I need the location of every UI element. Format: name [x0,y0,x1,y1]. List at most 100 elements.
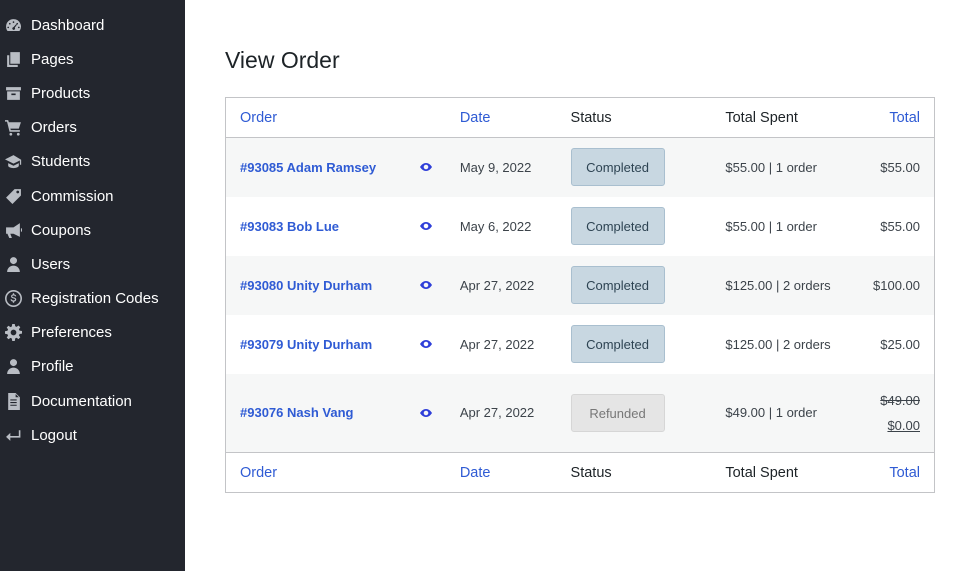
sidebar-item-label: Dashboard [31,16,105,34]
sidebar-menu: Dashboard Pages Products Orders Students [0,0,185,452]
status-badge: Completed [570,207,665,245]
sidebar-item-label: Commission [31,187,114,205]
column-footer-date[interactable]: Date [445,452,557,493]
sidebar-item-coupons[interactable]: Coupons [0,213,185,247]
status-cell: Refunded [557,374,712,453]
sidebar-item-label: Preferences [31,324,112,342]
logout-icon [4,426,22,444]
status-badge: Completed [570,325,665,363]
sidebar-item-logout[interactable]: Logout [0,418,185,452]
sidebar-item-label: Logout [31,426,77,444]
column-footer-status: Status [556,452,712,493]
page-title: View Order [225,47,340,73]
graduation-cap-icon [4,153,22,171]
eye-icon[interactable] [419,163,432,172]
eye-icon[interactable] [419,340,432,348]
user-icon [4,358,22,376]
sidebar: Dashboard Pages Products Orders Students [0,0,185,571]
sidebar-item-label: Documentation [31,392,132,410]
status-cell: Completed [557,315,712,374]
table-row: #93080 Unity Durham Apr 27, 2022 Complet… [225,255,935,315]
sidebar-item-registration-codes[interactable]: Registration Codes [0,282,185,316]
megaphone-icon [4,221,22,239]
sidebar-item-label: Registration Codes [31,290,159,308]
order-link[interactable]: #93083 Bob Lue [240,219,339,234]
orders-table: Order Date Status Total Spent Total #930… [225,97,935,493]
cart-icon [4,119,22,137]
total-cell: $55.00 [880,218,920,234]
column-header-date[interactable]: Date [445,97,557,138]
sidebar-item-label: Products [31,84,91,102]
sidebar-item-profile[interactable]: Profile [0,350,185,384]
table-row: #93076 Nash Vang Apr 27, 2022 Refunded $… [225,373,935,453]
total-spent-cell: $55.00 | 1 order [725,218,817,234]
sidebar-item-orders[interactable]: Orders [0,111,185,145]
order-cell: #93085 Adam Ramsey [226,138,446,197]
order-cell: #93076 Nash Vang [226,374,446,453]
table-row: #93079 Unity Durham Apr 27, 2022 Complet… [226,315,935,374]
sidebar-item-products[interactable]: Products [0,76,185,110]
sidebar-item-preferences[interactable]: Preferences [0,316,185,350]
original-total: $49.00 [880,392,920,408]
sidebar-item-label: Profile [31,358,74,376]
table-header: Order Date Status Total Spent Total [225,97,935,138]
table-row: #93083 Bob Lue May 6, 2022 Completed $55… [226,197,935,256]
sidebar-item-label: Pages [31,50,74,68]
column-footer-total[interactable]: Total [858,452,935,493]
gear-icon [4,324,22,342]
total-spent-cell: $49.00 | 1 order [725,405,817,421]
total-spent-cell: $55.00 | 1 order [725,159,817,175]
sidebar-item-documentation[interactable]: Documentation [0,384,185,418]
total-spent-cell: $125.00 | 2 orders [725,336,831,352]
total-cell: $55.00 [880,159,920,175]
status-badge: Completed [570,148,665,187]
total-cell: $100.00 [873,277,920,293]
order-link[interactable]: #93080 Unity Durham [240,278,372,293]
order-cell: #93083 Bob Lue [226,197,446,256]
sidebar-item-label: Coupons [31,221,92,239]
column-header-status: Status [556,97,712,138]
order-cell: #93080 Unity Durham [226,256,446,315]
document-icon [4,392,22,410]
sidebar-item-pages[interactable]: Pages [0,42,185,76]
status-badge: Refunded [570,393,665,432]
eye-icon[interactable] [419,281,432,289]
order-link[interactable]: #93079 Unity Durham [240,337,372,352]
table-footer: Order Date Status Total Spent Total [225,452,935,493]
sidebar-item-commission[interactable]: Commission [0,179,185,213]
order-link[interactable]: #93076 Nash Vang [240,405,353,420]
eye-icon[interactable] [419,222,432,230]
sidebar-item-users[interactable]: Users [0,247,185,281]
pages-icon [4,50,22,68]
column-header-total[interactable]: Total [858,97,935,138]
column-header-total-spent: Total Spent [711,97,859,138]
order-link[interactable]: #93085 Adam Ramsey [240,160,376,175]
column-footer-order[interactable]: Order [225,452,446,493]
dollar-circle-icon [4,290,22,308]
column-footer-total-spent: Total Spent [711,452,859,493]
products-icon [4,84,22,102]
status-cell: Completed [557,256,712,315]
sidebar-item-dashboard[interactable]: Dashboard [0,8,185,42]
total-cell: $25.00 [880,336,920,352]
eye-icon[interactable] [419,408,432,417]
total-spent-cell: $125.00 | 2 orders [725,277,831,293]
date-cell: May 9, 2022 [459,159,532,175]
user-icon [4,255,22,273]
order-cell: #93079 Unity Durham [226,315,446,374]
total-cell: $49.00 $0.00 [859,374,935,453]
date-cell: Apr 27, 2022 [459,336,535,352]
column-header-order[interactable]: Order [225,97,446,138]
tag-icon [4,187,22,205]
sidebar-item-label: Users [31,255,71,273]
dashboard-icon [4,16,22,34]
date-cell: Apr 27, 2022 [459,405,535,421]
date-cell: Apr 27, 2022 [459,277,535,293]
status-badge: Completed [570,266,665,304]
refunded-total: $0.00 [887,417,920,433]
sidebar-item-students[interactable]: Students [0,145,185,179]
sidebar-item-label: Orders [31,119,77,137]
status-cell: Completed [557,197,712,256]
status-cell: Completed [557,138,712,197]
table-row: #93085 Adam Ramsey May 9, 2022 Completed… [225,137,935,197]
